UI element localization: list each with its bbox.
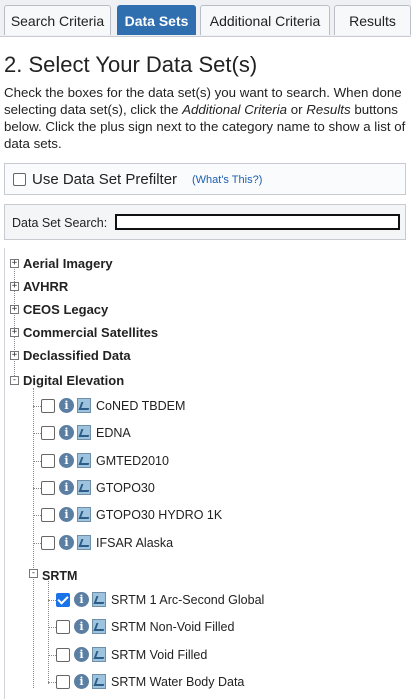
info-icon[interactable]: i (74, 619, 89, 634)
dataset-checkbox[interactable] (56, 593, 70, 607)
info-icon[interactable]: i (59, 453, 74, 468)
dataset-label: GTOPO30 HYDRO 1K (96, 508, 223, 522)
footprint-icon[interactable] (77, 453, 91, 468)
tree-connector (48, 600, 56, 601)
dataset-checkbox[interactable] (56, 620, 70, 634)
footprint-icon[interactable] (77, 507, 91, 522)
category-label[interactable]: Declassified Data (23, 346, 131, 366)
footprint-icon[interactable] (92, 647, 106, 662)
dataset-row-srtm-void-filled: i SRTM Void Filled (5, 645, 335, 665)
info-icon[interactable]: i (59, 535, 74, 550)
dataset-checkbox[interactable] (41, 399, 55, 413)
tree-connector (33, 543, 41, 544)
footprint-icon[interactable] (77, 535, 91, 550)
instructions-text: Check the boxes for the data set(s) you … (4, 85, 406, 151)
dataset-checkbox[interactable] (56, 648, 70, 662)
footprint-icon[interactable] (92, 619, 106, 634)
expand-toggle[interactable]: + (10, 282, 19, 291)
dataset-checkbox[interactable] (41, 508, 55, 522)
prefilter-box: Use Data Set Prefilter (What's This?) (4, 163, 406, 195)
tab-results[interactable]: Results (334, 5, 411, 35)
tree-connector (48, 655, 56, 656)
dataset-label: SRTM Void Filled (111, 648, 208, 662)
info-icon[interactable]: i (59, 425, 74, 440)
info-icon[interactable]: i (59, 480, 74, 495)
dataset-search-input[interactable] (115, 214, 400, 230)
dataset-row-srtm-non-void-filled: i SRTM Non-Void Filled (5, 617, 335, 637)
tree-connector (33, 406, 41, 407)
info-icon[interactable]: i (74, 647, 89, 662)
info-icon[interactable]: i (59, 398, 74, 413)
dataset-row-gmted2010: i GMTED2010 (5, 451, 305, 471)
dataset-row-gtopo30: i GTOPO30 (5, 478, 305, 498)
prefilter-label[interactable]: Use Data Set Prefilter (32, 171, 177, 188)
footprint-icon[interactable] (77, 398, 91, 413)
tree-subcategory-srtm: - SRTM (5, 566, 205, 586)
dataset-label: EDNA (96, 426, 131, 440)
dataset-row-coned-tbdem: i CoNED TBDEM (5, 396, 305, 416)
dataset-checkbox[interactable] (41, 536, 55, 550)
dataset-label: SRTM Non-Void Filled (111, 620, 235, 634)
info-icon[interactable]: i (74, 674, 89, 689)
info-icon[interactable]: i (74, 592, 89, 607)
dataset-row-srtm-water-body-data: i SRTM Water Body Data (5, 672, 335, 692)
dataset-checkbox[interactable] (41, 454, 55, 468)
dataset-search-box: Data Set Search: (4, 204, 406, 240)
category-label[interactable]: Aerial Imagery (23, 254, 113, 274)
tree-connector (14, 262, 15, 378)
dataset-tree: + Aerial Imagery + AVHRR + CEOS Legacy +… (4, 248, 407, 699)
dataset-label: SRTM 1 Arc-Second Global (111, 593, 265, 607)
category-label[interactable]: AVHRR (23, 277, 68, 297)
dataset-search-label: Data Set Search: (12, 216, 108, 230)
footprint-icon[interactable] (92, 592, 106, 607)
tab-additional-criteria[interactable]: Additional Criteria (200, 5, 330, 35)
footprint-icon[interactable] (77, 480, 91, 495)
tree-connector (33, 515, 41, 516)
footprint-icon[interactable] (77, 425, 91, 440)
expand-toggle[interactable]: + (10, 328, 19, 337)
category-label[interactable]: Commercial Satellites (23, 323, 158, 343)
collapse-toggle[interactable]: - (10, 376, 19, 385)
prefilter-checkbox[interactable] (13, 173, 26, 186)
tab-bar: Search Criteria Data Sets Additional Cri… (0, 0, 411, 37)
dataset-label: GTOPO30 (96, 481, 155, 495)
tree-connector (33, 488, 41, 489)
footprint-icon[interactable] (92, 674, 106, 689)
subcategory-label[interactable]: SRTM (42, 566, 77, 586)
info-icon[interactable]: i (59, 507, 74, 522)
dataset-row-gtopo30-hydro-1k: i GTOPO30 HYDRO 1K (5, 505, 305, 525)
page-title: 2. Select Your Data Set(s) (4, 52, 258, 77)
dataset-checkbox[interactable] (41, 481, 55, 495)
expand-toggle[interactable]: + (10, 305, 19, 314)
dataset-checkbox[interactable] (56, 675, 70, 689)
expand-toggle[interactable]: + (10, 259, 19, 268)
tree-connector (48, 627, 56, 628)
tab-data-sets[interactable]: Data Sets (117, 5, 196, 35)
expand-toggle[interactable]: + (10, 351, 19, 360)
tree-connector (33, 433, 41, 434)
dataset-label: CoNED TBDEM (96, 399, 186, 413)
dataset-row-srtm-1-arc-second-global: i SRTM 1 Arc-Second Global (5, 590, 335, 610)
dataset-label: SRTM Water Body Data (111, 675, 245, 689)
collapse-toggle[interactable]: - (29, 569, 38, 578)
tree-connector (33, 461, 41, 462)
prefilter-help-link[interactable]: (What's This?) (192, 174, 262, 186)
dataset-row-edna: i EDNA (5, 423, 305, 443)
dataset-label: IFSAR Alaska (96, 536, 174, 550)
category-label[interactable]: Digital Elevation (23, 371, 124, 391)
category-label[interactable]: CEOS Legacy (23, 300, 108, 320)
tab-search-criteria[interactable]: Search Criteria (4, 5, 111, 35)
tree-connector (48, 682, 56, 683)
dataset-checkbox[interactable] (41, 426, 55, 440)
dataset-row-ifsar-alaska: i IFSAR Alaska (5, 533, 305, 553)
dataset-label: GMTED2010 (96, 454, 169, 468)
